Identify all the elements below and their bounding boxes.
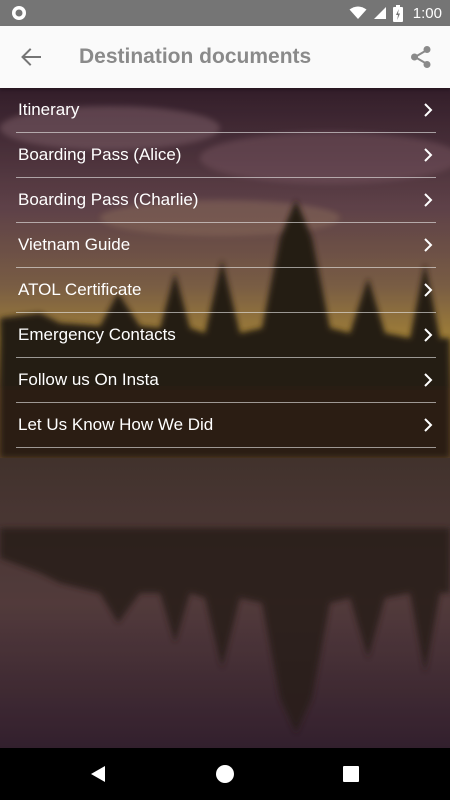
- back-button[interactable]: [14, 40, 48, 74]
- back-triangle-icon: [91, 766, 105, 782]
- list-item-itinerary[interactable]: Itinerary: [16, 88, 436, 133]
- list-item-feedback[interactable]: Let Us Know How We Did: [16, 403, 436, 448]
- list-item-label: Itinerary: [18, 100, 80, 119]
- chevron-right-icon: [424, 328, 433, 342]
- chevron-right-icon: [424, 418, 433, 432]
- list-item-emergency-contacts[interactable]: Emergency Contacts: [16, 313, 436, 358]
- chevron-right-icon: [424, 283, 433, 297]
- list-item-label: Boarding Pass (Alice): [18, 145, 182, 164]
- list-item-label: Emergency Contacts: [18, 325, 176, 344]
- list-item-vietnam-guide[interactable]: Vietnam Guide: [16, 223, 436, 268]
- battery-icon: [392, 4, 403, 22]
- list-item-follow-on-insta[interactable]: Follow us On Insta: [16, 358, 436, 403]
- app-bar: Destination documents: [0, 26, 450, 88]
- chevron-right-icon: [424, 238, 433, 252]
- status-bar: 1:00: [0, 0, 450, 26]
- page-title: Destination documents: [79, 45, 312, 68]
- list-item-atol-certificate[interactable]: ATOL Certificate: [16, 268, 436, 313]
- chevron-right-icon: [424, 103, 433, 117]
- list-item-label: Let Us Know How We Did: [18, 415, 214, 434]
- list-item-label: Boarding Pass (Charlie): [18, 190, 199, 209]
- list-item-boarding-pass-charlie[interactable]: Boarding Pass (Charlie): [16, 178, 436, 223]
- share-icon: [411, 46, 431, 68]
- documents-list: Itinerary Boarding Pass (Alice) Boarding…: [0, 88, 450, 448]
- nav-back-button[interactable]: [86, 762, 110, 786]
- list-item-label: Vietnam Guide: [18, 235, 131, 254]
- nav-recents-button[interactable]: [339, 762, 363, 786]
- status-time: 1:00: [412, 4, 442, 22]
- cellular-signal-icon: [373, 7, 386, 19]
- navigation-bar: [0, 748, 450, 800]
- arrow-left-icon: [21, 48, 41, 66]
- nav-home-button[interactable]: [213, 762, 237, 786]
- chevron-right-icon: [424, 373, 433, 387]
- wifi-icon: [349, 6, 367, 19]
- list-item-label: Follow us On Insta: [18, 370, 159, 389]
- home-circle-icon: [216, 765, 234, 783]
- list-item-label: ATOL Certificate: [18, 280, 142, 299]
- chevron-right-icon: [424, 193, 433, 207]
- status-icons: 1:00: [349, 0, 442, 26]
- share-button[interactable]: [404, 40, 438, 74]
- list-item-boarding-pass-alice[interactable]: Boarding Pass (Alice): [16, 133, 436, 178]
- recents-square-icon: [343, 766, 359, 782]
- chevron-right-icon: [424, 148, 433, 162]
- notification-icon: [12, 6, 26, 20]
